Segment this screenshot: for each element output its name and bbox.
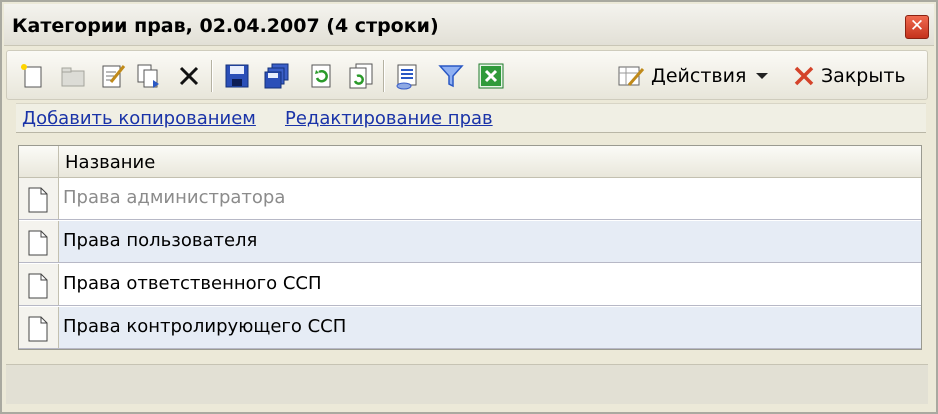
- close-label: Закрыть: [821, 65, 906, 87]
- table-row[interactable]: Права пользователя: [19, 221, 921, 263]
- close-icon: [794, 66, 814, 86]
- actions-dropdown-button[interactable]: Действия: [617, 61, 770, 91]
- close-window-button[interactable]: ✕: [905, 15, 929, 39]
- filter-icon[interactable]: [437, 62, 465, 90]
- edit-rights-link[interactable]: Редактирование прав: [285, 108, 493, 129]
- row-name: Права ответственного ССП: [63, 273, 322, 294]
- actions-icon: [618, 66, 645, 86]
- document-icon: [28, 316, 48, 342]
- table-row[interactable]: Права администратора: [19, 178, 921, 220]
- save-all-icon[interactable]: [263, 62, 291, 90]
- close-icon: ✕: [909, 16, 925, 36]
- save-icon[interactable]: [223, 62, 251, 90]
- table-row[interactable]: Права контролирующего ССП: [19, 307, 921, 349]
- document-icon: [28, 187, 48, 213]
- edit-icon[interactable]: [99, 62, 127, 90]
- refresh-all-icon[interactable]: [347, 62, 375, 90]
- document-icon: [28, 273, 48, 299]
- table-row[interactable]: Права ответственного ССП: [19, 264, 921, 306]
- row-name: Права администратора: [63, 187, 286, 208]
- table-header: Название: [19, 146, 921, 178]
- link-bar: Добавить копированием Редактирование пра…: [16, 103, 926, 133]
- toolbar: Действия Закрыть: [6, 50, 928, 100]
- excel-icon[interactable]: [477, 62, 505, 90]
- delete-icon[interactable]: [175, 62, 203, 90]
- report-icon[interactable]: [393, 62, 421, 90]
- new-document-icon[interactable]: [19, 62, 47, 90]
- status-bar: [6, 364, 928, 404]
- close-button[interactable]: Закрыть: [793, 61, 906, 91]
- title-bar: Категории прав, 02.04.2007 (4 строки) ✕: [4, 4, 934, 46]
- copy-icon[interactable]: [135, 62, 163, 90]
- column-header-name[interactable]: Название: [65, 152, 155, 173]
- row-name: Права пользователя: [63, 230, 258, 251]
- rights-table: Название Права администратора Права поль…: [18, 145, 922, 350]
- actions-label: Действия: [651, 65, 747, 87]
- categories-window: Категории прав, 02.04.2007 (4 строки) ✕: [0, 0, 938, 414]
- window-title: Категории прав, 02.04.2007 (4 строки): [12, 15, 439, 37]
- toolbar-separator: [211, 60, 213, 92]
- refresh-icon[interactable]: [307, 62, 335, 90]
- open-folder-icon[interactable]: [59, 62, 87, 90]
- add-copy-link[interactable]: Добавить копированием: [22, 108, 256, 129]
- toolbar-separator: [383, 60, 385, 92]
- row-indicator-header: [19, 146, 59, 178]
- row-name: Права контролирующего ССП: [63, 316, 347, 337]
- chevron-down-icon: [756, 73, 769, 79]
- document-icon: [28, 230, 48, 256]
